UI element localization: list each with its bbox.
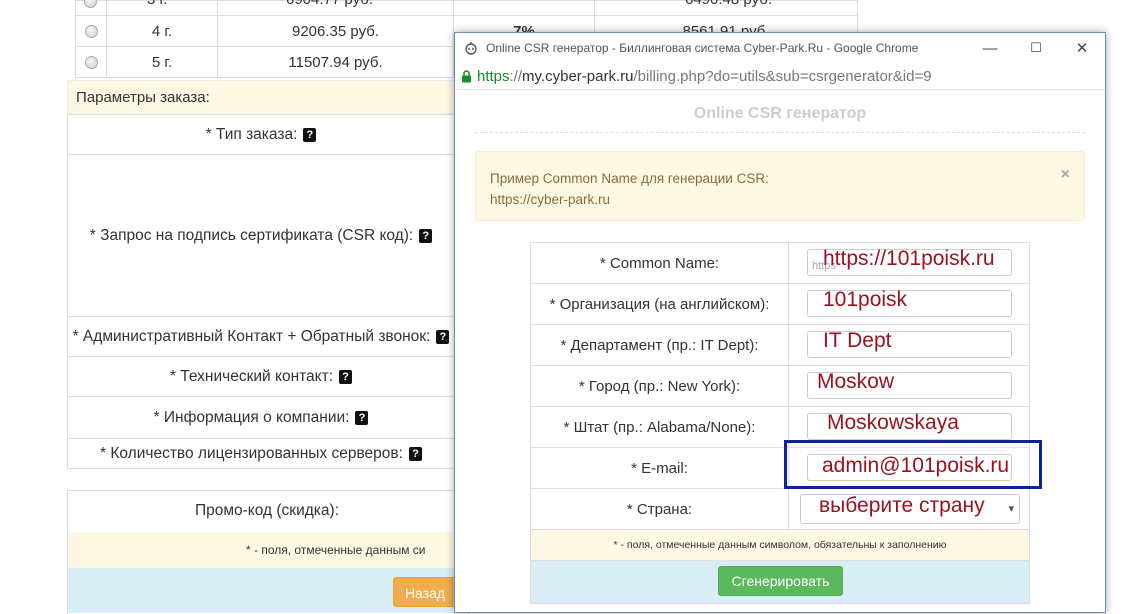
servers-count-row: * Количество лицензированных серверов:? (67, 438, 455, 468)
radio-cell[interactable] (75, 15, 107, 47)
state-label: * Штат (пр.: Alabama/None): (530, 406, 789, 448)
csr-label: * Запрос на подпись сертификата (CSR код… (89, 226, 414, 244)
email-highlight-box (784, 440, 1042, 489)
required-note: * - поля, отмеченные данным символом, об… (530, 529, 1030, 561)
url-host: my.cyber-park.ru (522, 67, 634, 85)
price-cell: 6904.77 руб. (286, 0, 373, 8)
help-icon[interactable]: ? (303, 127, 317, 142)
order-type-row: * Тип заказа:? (67, 114, 455, 154)
maximize-button[interactable]: ☐ (1013, 33, 1059, 63)
tech-contact-row: * Технический контакт:? (67, 356, 455, 396)
city-label: * Город (пр.: New York): (530, 365, 789, 407)
help-icon[interactable]: ? (355, 410, 369, 425)
help-icon[interactable]: ? (408, 446, 422, 461)
form-row-department: * Департамент (пр.: IT Dept): IT Dept (530, 324, 1030, 366)
help-icon[interactable]: ? (419, 228, 433, 243)
department-value: IT Dept (823, 329, 892, 352)
radio-button[interactable] (84, 56, 98, 70)
robot-icon (464, 41, 478, 55)
generate-button[interactable]: Сгенерировать (718, 566, 843, 596)
chevron-down-icon: ▾ (1008, 503, 1014, 515)
price-cell: 11507.94 руб. (217, 46, 454, 78)
years-cell: 3 г. (147, 0, 167, 8)
promo-label: Промо-код (скидка): (194, 502, 339, 519)
radio-cell[interactable] (75, 46, 107, 78)
admin-contact-row: * Административный Контакт + Обратный зв… (67, 316, 455, 356)
form-row-organization: * Организация (на английском): 101poisk (530, 283, 1030, 325)
help-icon[interactable]: ? (339, 369, 353, 384)
common-name-value: https://101poisk.ru (823, 247, 995, 270)
country-label: * Страна: (530, 488, 789, 530)
lock-icon (461, 70, 472, 83)
discounted-price-cell: 6490.48 руб. (685, 0, 772, 8)
company-info-label: * Информация о компании: (153, 408, 350, 426)
admin-contact-label: * Административный Контакт + Обратный зв… (72, 327, 431, 345)
state-value: Moskowskaya (827, 411, 959, 434)
close-icon[interactable]: × (1061, 164, 1070, 185)
radio-button[interactable] (84, 0, 97, 8)
country-value: выберите страну (819, 494, 985, 517)
help-icon[interactable]: ? (436, 329, 450, 344)
years-cell: 5 г. (106, 46, 218, 78)
address-bar[interactable]: https://my.cyber-park.ru/billing.php?do=… (455, 63, 1105, 90)
common-name-label: * Common Name: (530, 242, 789, 284)
servers-count-label: * Количество лицензированных серверов: (100, 444, 403, 462)
form-row-city: * Город (пр.: New York): Moskow (530, 365, 1030, 407)
common-name-alert: Пример Common Name для генерации CSR: ht… (475, 151, 1085, 221)
alert-line: https://cyber-park.ru (490, 192, 611, 207)
alert-line: Пример Common Name для генерации CSR: (490, 171, 769, 186)
close-window-button[interactable]: ✕ (1059, 33, 1105, 63)
csr-row: * Запрос на подпись сертификата (CSR код… (67, 154, 455, 316)
city-value: Moskow (817, 370, 895, 393)
window-title: Online CSR генератор - Биллинговая систе… (486, 41, 919, 55)
radio-button[interactable] (84, 25, 98, 39)
email-label: * E-mail: (530, 447, 789, 489)
url-separator: :// (509, 67, 523, 85)
minimize-button[interactable]: — (967, 33, 1013, 63)
csr-page: Online CSR генератор Пример Common Name … (455, 90, 1105, 612)
department-label: * Департамент (пр.: IT Dept): (530, 324, 789, 366)
required-note-row: * - поля, отмеченные данным символом, об… (530, 529, 1030, 561)
years-cell: 4 г. (106, 15, 218, 47)
company-info-row: * Информация о компании:? (67, 396, 455, 438)
organization-value: 101poisk (823, 288, 908, 311)
partial-row: 3 г. 6904.77 руб. 6490.48 руб. (75, 0, 858, 8)
required-note: * - поля, отмеченные данным си (68, 532, 467, 568)
tech-contact-label: * Технический контакт: (169, 367, 334, 385)
page-title: Online CSR генератор (475, 100, 1085, 133)
csr-form: * Common Name: https https://101poisk.ru… (530, 242, 1030, 604)
back-button[interactable]: Назад (393, 577, 457, 607)
url-path: /billing.php?do=utils&sub=csrgenerator&i… (633, 67, 932, 85)
form-row-common-name: * Common Name: https https://101poisk.ru (530, 242, 1030, 284)
price-cell: 9206.35 руб. (217, 15, 454, 47)
url-scheme: https (477, 67, 510, 85)
order-type-label: * Тип заказа: (205, 125, 298, 143)
organization-label: * Организация (на английском): (530, 283, 789, 325)
form-row-country: * Страна: ▾ выберите страну (530, 488, 1030, 530)
csr-generator-window: Online CSR генератор - Биллинговая систе… (454, 32, 1106, 613)
